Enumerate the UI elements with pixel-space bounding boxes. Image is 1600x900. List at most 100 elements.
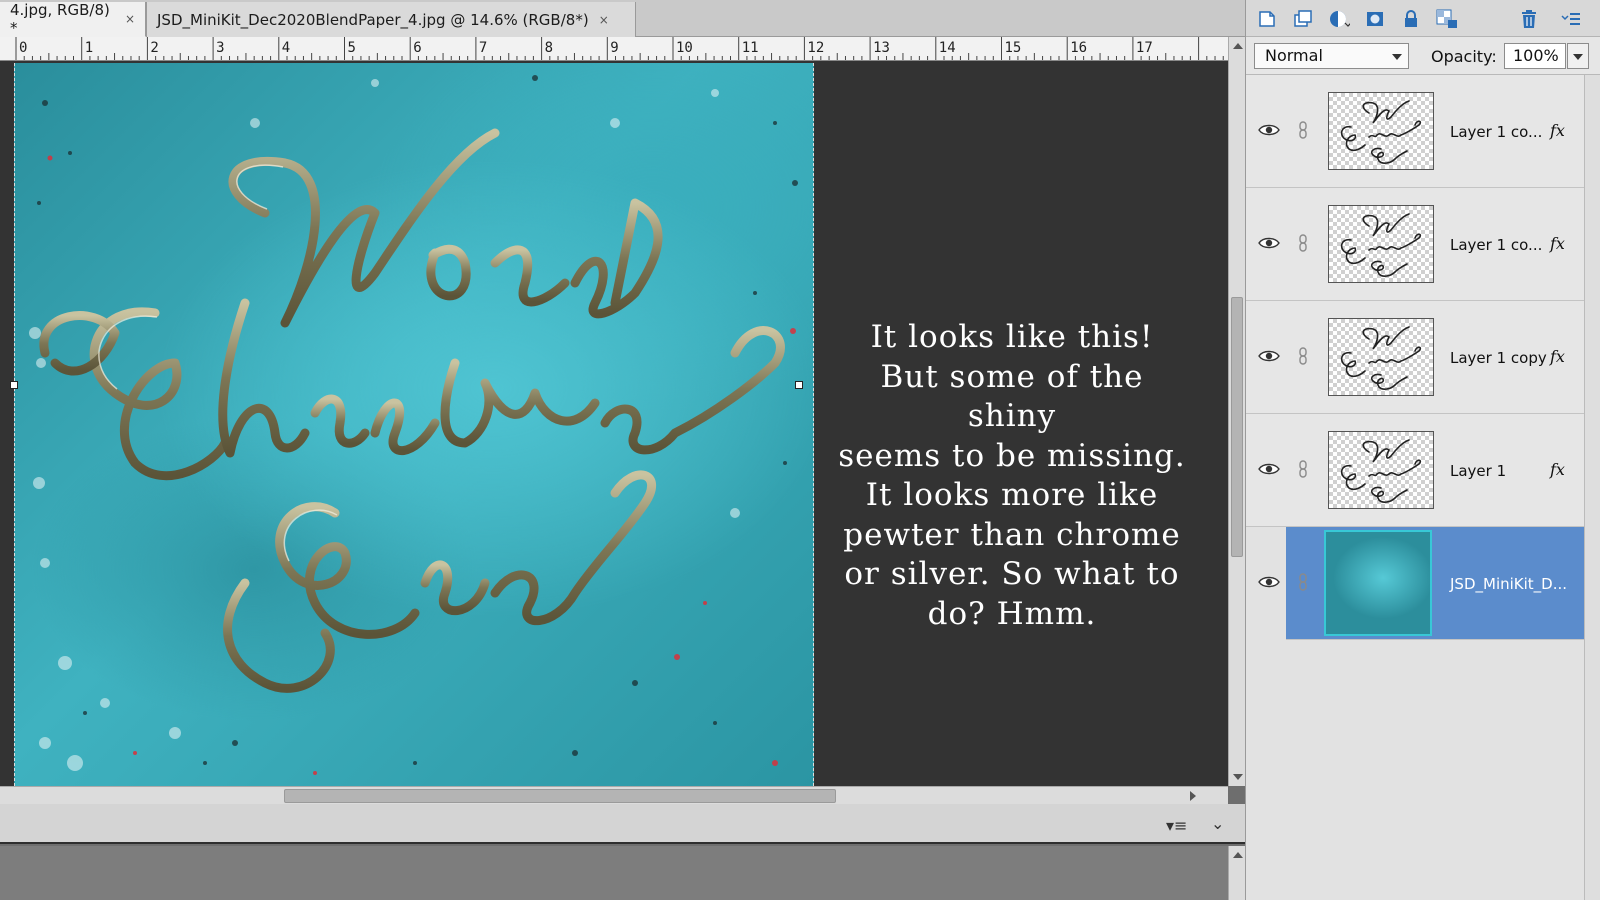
lock-transparency-icon[interactable] [1436,8,1458,30]
layer-thumbnail[interactable] [1328,205,1434,283]
ruler-number: 4 [281,40,291,56]
ruler-number: 7 [478,40,488,56]
delete-layer-icon[interactable] [1518,8,1540,30]
scroll-up-icon[interactable] [1233,43,1243,49]
ruler-number: 5 [347,40,356,56]
ruler-number: 8 [544,40,554,56]
tab-document-2[interactable]: JSD_MiniKit_Dec2020BlendPaper_4.jpg @ 14… [146,2,636,37]
adjustment-layer-icon[interactable] [1328,8,1350,30]
layer-row[interactable]: Layer 1 co... fx [1246,188,1584,301]
photo-editor-window: 4.jpg, RGB/8) * × JSD_MiniKit_Dec2020Ble… [0,0,1600,900]
layer-row[interactable]: Layer 1 co... fx [1246,75,1584,188]
vertical-scroll-thumb[interactable] [1231,297,1243,557]
photo-bin-scrollbar[interactable] [1228,846,1245,900]
tab-document-1[interactable]: 4.jpg, RGB/8) * × [0,1,146,37]
layer-thumbnail[interactable] [1328,318,1434,396]
horizontal-scroll-thumb[interactable] [284,789,836,803]
new-group-icon[interactable] [1292,8,1314,30]
scroll-right-icon[interactable] [1190,791,1196,801]
new-layer-icon[interactable] [1256,8,1278,30]
layer-thumbnail[interactable] [1328,92,1434,170]
layer-row[interactable]: Layer 1 copy fx [1246,301,1584,414]
layer-row[interactable]: JSD_MiniKit_D... [1258,527,1584,640]
layer-name[interactable]: Layer 1 co... [1450,236,1542,254]
caption-line: It looks more like [865,477,1159,513]
link-chain-icon[interactable] [1298,121,1308,139]
caption-line: It looks like this! [870,319,1154,355]
layer-mask-icon[interactable] [1364,8,1386,30]
fx-style-icon[interactable]: fx [1550,460,1565,479]
fx-style-icon[interactable]: fx [1550,347,1565,366]
link-chain-icon[interactable] [1298,234,1308,252]
ruler-number: 15 [1004,40,1022,56]
horizontal-ruler[interactable]: 0 1 2 3 4 5 6 7 8 9 10 11 12 13 14 15 16 17 [0,37,1228,61]
eye-visibility-icon[interactable] [1258,236,1280,250]
ruler-number: 12 [807,40,825,56]
close-icon[interactable]: × [599,13,609,27]
layer-thumbnail[interactable] [1328,431,1434,509]
photo-bin-area [0,846,1228,900]
ruler-number: 17 [1135,40,1153,56]
opacity-input[interactable]: 100% [1504,43,1566,69]
layer-row[interactable]: Layer 1 fx [1246,414,1584,527]
canvas-vertical-scrollbar[interactable] [1228,37,1245,786]
fx-style-icon[interactable]: fx [1550,234,1565,253]
layer-thumbnail[interactable] [1324,530,1432,636]
blend-opacity-row: Normal Opacity: 100% [1246,37,1600,75]
list-menu-icon[interactable]: ▾≡ [1166,816,1187,835]
panel-menu-icon[interactable] [1560,8,1582,30]
scroll-up-icon[interactable] [1233,852,1243,858]
link-chain-icon[interactable] [1298,573,1308,591]
caption-line: But some of the shiny [880,358,1144,435]
eye-visibility-icon[interactable] [1258,123,1280,137]
ruler-number: 9 [610,40,619,56]
eye-visibility-icon[interactable] [1258,575,1280,589]
close-icon[interactable]: × [125,12,135,26]
tab-label: 4.jpg, RGB/8) * [10,1,110,37]
layers-panel: Normal Opacity: 100% Layer 1 co... fx La… [1245,0,1600,900]
caption-line: pewter than chrome [843,516,1181,553]
layers-list: Layer 1 co... fx Layer 1 co... fx Layer … [1246,75,1584,900]
chevron-down-icon[interactable]: ⌄ [1211,814,1224,833]
layer-name[interactable]: Layer 1 copy [1450,349,1547,367]
layers-scrollbar[interactable] [1584,75,1600,900]
ruler-number: 6 [413,40,422,56]
document-canvas[interactable]: It looks like this! But some of the shin… [0,61,1228,786]
ruler-number: 13 [873,40,890,56]
ruler-number: 2 [150,40,159,56]
eye-visibility-icon[interactable] [1258,462,1280,476]
ruler-number: 3 [216,40,225,56]
document-tab-bar: 4.jpg, RGB/8) * × JSD_MiniKit_Dec2020Ble… [0,0,1245,37]
layer-name[interactable]: Layer 1 [1450,462,1506,480]
canvas-horizontal-scrollbar[interactable] [0,786,1228,804]
fx-style-icon[interactable]: fx [1550,121,1565,140]
lock-all-icon[interactable] [1400,8,1422,30]
scroll-down-icon[interactable] [1233,774,1243,780]
layers-toolbar [1246,0,1600,37]
eye-visibility-icon[interactable] [1258,349,1280,363]
caption-text: It looks like this! But some of the shin… [834,318,1190,634]
ruler-number: 14 [938,40,956,56]
layer-name[interactable]: Layer 1 co... [1450,123,1542,141]
link-chain-icon[interactable] [1298,347,1308,365]
opacity-dropdown-button[interactable] [1567,43,1589,69]
worst-christmas-ever-lettering [29,75,798,775]
tab-label: JSD_MiniKit_Dec2020BlendPaper_4.jpg @ 14… [157,10,589,29]
blend-paper-image[interactable] [10,63,814,786]
blend-mode-value: Normal [1265,46,1323,65]
opacity-label: Opacity: [1431,47,1497,66]
photo-bin-header: ▾≡ ⌄ [0,804,1245,844]
ruler-number: 10 [676,40,693,56]
ruler-number: 16 [1070,40,1088,56]
ruler-number: 1 [84,40,94,56]
layer-name[interactable]: JSD_MiniKit_D... [1450,575,1567,593]
blend-mode-select[interactable]: Normal [1254,43,1409,69]
transform-handle-right[interactable] [795,381,803,389]
ruler-number: 0 [19,40,28,56]
caption-line: or silver. So what to [844,556,1180,592]
link-chain-icon[interactable] [1298,460,1308,478]
ruler-number: 11 [741,40,759,56]
chevron-down-icon [1392,54,1402,60]
caption-line: seems to be missing. [838,437,1186,474]
transform-handle-left[interactable] [10,381,18,389]
